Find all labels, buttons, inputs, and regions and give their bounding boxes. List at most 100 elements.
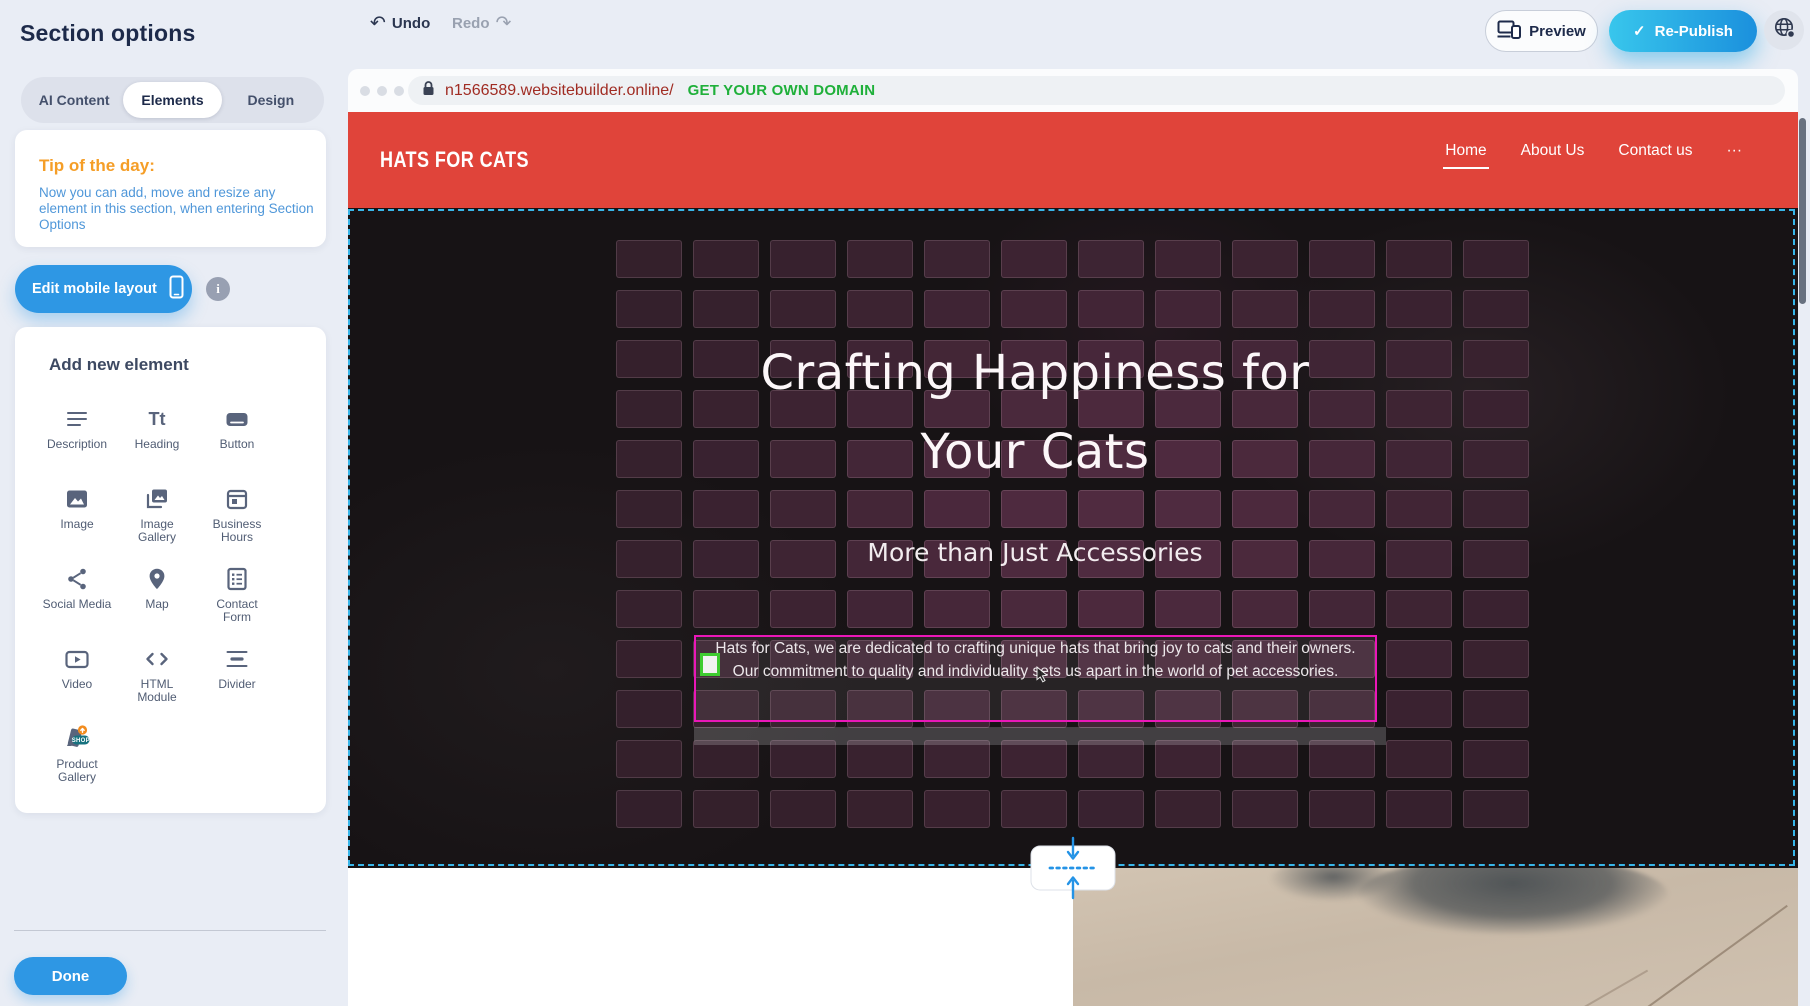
hero-grid-tile	[1001, 740, 1067, 778]
add-new-element-panel: Add new element DescriptionTtHeading Butt…	[15, 327, 326, 813]
get-your-own-domain-link[interactable]: GET YOUR OWN DOMAIN	[688, 82, 876, 99]
add-element-heading[interactable]: TtHeading	[117, 395, 197, 475]
business-hours-icon	[224, 483, 250, 515]
address-bar[interactable]: n1566589.websitebuilder.online/ GET YOUR…	[408, 76, 1785, 105]
info-icon[interactable]: i	[206, 277, 230, 301]
add-new-element-title: Add new element	[15, 327, 326, 375]
hero-grid-tile	[847, 740, 913, 778]
element-drag-handle[interactable]	[700, 653, 720, 676]
add-element-label: HTMLModule	[137, 678, 176, 704]
browser-chrome: n1566589.websitebuilder.online/ GET YOUR…	[348, 69, 1798, 112]
add-element-image[interactable]: Image	[37, 475, 117, 555]
svg-text:Tt: Tt	[149, 409, 166, 429]
add-element-label: Video	[62, 678, 92, 691]
add-element-map[interactable]: Map	[117, 555, 197, 635]
hero-grid-tile	[1309, 790, 1375, 828]
hero-grid-tile	[693, 740, 759, 778]
hero-grid-tile	[1078, 790, 1144, 828]
hero-grid-tile	[1155, 740, 1221, 778]
hero-grid-tile	[1386, 740, 1452, 778]
add-element-contact-form[interactable]: ContactForm	[197, 555, 277, 635]
add-element-label: Image	[60, 518, 93, 531]
hero-grid-tile	[770, 790, 836, 828]
heading-icon: Tt	[144, 403, 170, 435]
tab-elements[interactable]: Elements	[123, 82, 221, 118]
done-button[interactable]: Done	[14, 957, 127, 995]
add-element-product-gallery[interactable]: SHOPProductGallery	[37, 715, 117, 795]
add-element-image-gallery[interactable]: ImageGallery	[117, 475, 197, 555]
hero-grid-tile	[693, 790, 759, 828]
add-element-divider[interactable]: Divider	[197, 635, 277, 715]
add-element-button[interactable]: Button	[197, 395, 277, 475]
hero-grid-tile	[616, 740, 682, 778]
undo-icon: ↶	[370, 14, 386, 33]
divider-icon	[224, 643, 250, 675]
site-preview: HATS FOR CATS Home About Us Contact us ·…	[348, 112, 1798, 1006]
tab-ai-content[interactable]: AI Content	[25, 82, 123, 118]
product-gallery-icon: SHOP	[60, 723, 94, 755]
browser-dots	[360, 86, 404, 96]
button-icon	[224, 403, 250, 435]
edit-mobile-layout-button[interactable]: Edit mobile layout	[15, 265, 192, 313]
hero-grid-tile	[1463, 590, 1529, 628]
section-resize-handle[interactable]	[1028, 836, 1118, 905]
hero-section[interactable]: Crafting Happiness for Your Cats More th…	[348, 208, 1798, 868]
republish-button[interactable]: ✓ Re-Publish	[1609, 10, 1757, 52]
selected-text-element[interactable]: Hats for Cats, we are dedicated to craft…	[694, 635, 1377, 722]
photo-shadow	[1358, 868, 1668, 934]
next-section-photo[interactable]	[1073, 868, 1798, 1006]
video-icon	[64, 643, 90, 675]
hero-grid-tile	[616, 690, 682, 728]
devices-icon	[1497, 20, 1521, 43]
tip-title: Tip of the day:	[39, 156, 306, 176]
add-element-label: Button	[220, 438, 255, 451]
html-module-icon	[144, 643, 170, 675]
preview-button[interactable]: Preview	[1485, 10, 1598, 52]
add-element-description[interactable]: Description	[37, 395, 117, 475]
hero-grid-tile	[1463, 690, 1529, 728]
hero-grid-tile	[1078, 590, 1144, 628]
undo-button[interactable]: ↶ Undo	[370, 14, 430, 33]
redo-label: Redo	[452, 15, 490, 32]
add-element-label: ContactForm	[216, 598, 257, 624]
add-element-html-module[interactable]: HTMLModule	[117, 635, 197, 715]
add-element-business-hours[interactable]: BusinessHours	[197, 475, 277, 555]
hero-content: Crafting Happiness for Your Cats More th…	[348, 208, 1722, 568]
hero-grid-tile	[1155, 590, 1221, 628]
hero-grid-tile	[1155, 790, 1221, 828]
hero-grid-tile	[1463, 640, 1529, 678]
hero-heading[interactable]: Crafting Happiness for Your Cats	[348, 334, 1722, 492]
redo-button[interactable]: Redo ↷	[452, 14, 511, 33]
language-globe-button[interactable]	[1764, 10, 1804, 50]
nav-more-icon[interactable]: ···	[1727, 142, 1743, 169]
site-logo[interactable]: HATS FOR CATS	[380, 147, 529, 173]
add-element-video[interactable]: Video	[37, 635, 117, 715]
nav-contact-us[interactable]: Contact us	[1618, 142, 1692, 169]
tab-design[interactable]: Design	[222, 82, 320, 118]
lock-icon	[422, 80, 435, 101]
hero-grid-tile	[924, 590, 990, 628]
hero-subheading[interactable]: More than Just Accessories	[348, 538, 1722, 568]
hero-grid-tile	[1232, 790, 1298, 828]
undo-label: Undo	[392, 15, 430, 32]
element-ghost-bar	[694, 727, 1386, 745]
hero-paragraph-line: Hats for Cats, we are dedicated to craft…	[696, 637, 1375, 660]
nav-about-us[interactable]: About Us	[1521, 142, 1585, 169]
page-scrollbar[interactable]	[1799, 118, 1806, 304]
hero-grid-tile	[1463, 790, 1529, 828]
site-url: n1566589.websitebuilder.online/	[445, 82, 674, 100]
next-section-blank[interactable]	[348, 868, 1073, 1006]
globe-icon	[1773, 16, 1796, 44]
add-element-social-media[interactable]: Social Media	[37, 555, 117, 635]
social-media-icon	[64, 563, 90, 595]
sidebar-divider	[14, 930, 326, 931]
panel-tab-bar: AI Content Elements Design	[21, 77, 324, 123]
hero-grid-tile	[1309, 590, 1375, 628]
phone-icon	[169, 275, 184, 303]
hero-grid-tile	[770, 590, 836, 628]
nav-home[interactable]: Home	[1445, 142, 1486, 169]
tip-body: Now you can add, move and resize any ele…	[39, 185, 325, 233]
tile-grout-line	[1500, 970, 1648, 1006]
hero-grid-tile	[616, 590, 682, 628]
hero-grid-tile	[847, 590, 913, 628]
